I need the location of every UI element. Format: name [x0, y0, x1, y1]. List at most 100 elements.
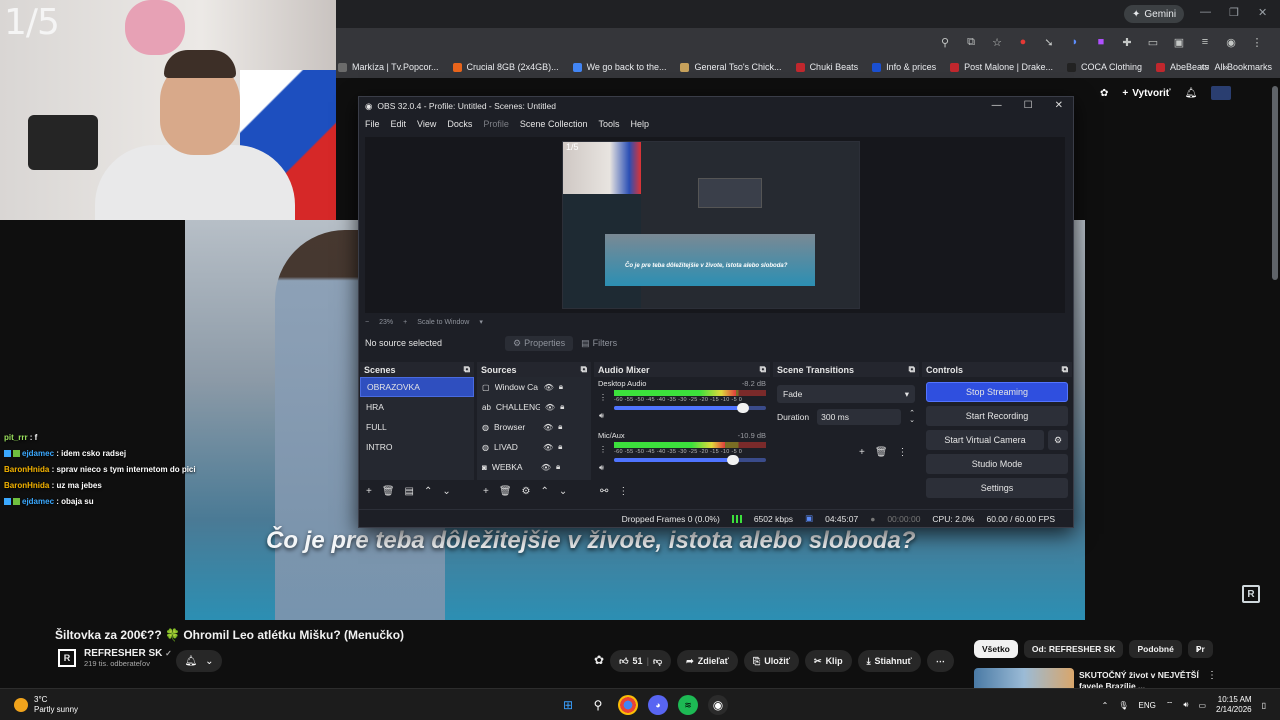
like-button[interactable]: 👍︎ 51 | 👎︎ [610, 650, 672, 672]
settings-button[interactable]: Settings [926, 478, 1068, 498]
weather-widget[interactable]: 3°C Partly sunny [14, 695, 78, 715]
extensions-puzzle-icon[interactable]: ✚ [1120, 35, 1134, 49]
visibility-eye-icon[interactable]: 👁︎ [543, 423, 553, 432]
volume-slider[interactable] [614, 403, 766, 413]
undock-icon[interactable]: ⧉ [760, 364, 766, 375]
star-icon[interactable]: ☆ [990, 35, 1004, 49]
scene-item-intro[interactable]: INTRO [360, 437, 474, 457]
bookmark-item[interactable]: Post Malone | Drake... [950, 62, 1053, 72]
source-item[interactable]: ◍ Browser 👁︎ 🔒︎ [477, 417, 591, 437]
volume-slider[interactable] [614, 455, 766, 465]
undock-icon[interactable]: ⧉ [464, 364, 470, 375]
undock-icon[interactable]: ⧉ [581, 364, 587, 375]
add-scene-icon[interactable]: + [366, 486, 372, 497]
recommended-menu-icon[interactable]: ⋮ [1207, 670, 1217, 681]
duration-stepper-icon[interactable]: ⌃ ⌄ [909, 410, 915, 424]
chrome-icon[interactable] [618, 695, 638, 715]
profile-avatar-icon[interactable]: ◉ [1224, 35, 1238, 49]
obs-menu-scene-collection[interactable]: Scene Collection [520, 119, 588, 129]
visibility-eye-icon[interactable]: 👁︎ [545, 403, 555, 412]
clock[interactable]: 10:15 AM 2/14/2026 [1216, 695, 1252, 715]
gemini-button[interactable]: ✦ Gemini [1124, 5, 1185, 23]
obs-minimize-icon[interactable]: — [992, 100, 1002, 111]
tab-search-icon[interactable]: ▣ [1172, 35, 1186, 49]
extension-purple-icon[interactable]: ■ [1094, 35, 1108, 49]
search-icon[interactable]: ⚲ [588, 695, 608, 715]
visibility-eye-icon[interactable]: 👁︎ [543, 443, 553, 452]
scene-filters-icon[interactable]: ▤ [405, 486, 414, 497]
zoom-mode[interactable]: Scale to Window [417, 319, 469, 326]
move-down-icon[interactable]: ⌄ [442, 486, 450, 497]
bookmark-item[interactable]: COCA Clothing [1067, 62, 1142, 72]
channel-menu-icon[interactable]: ⋮ [599, 445, 607, 454]
install-icon[interactable]: ⧉ [964, 35, 978, 49]
stop-streaming-button[interactable]: Stop Streaming [926, 382, 1068, 402]
remove-source-icon[interactable]: 🗑︎ [499, 486, 512, 497]
add-transition-icon[interactable]: + [859, 447, 865, 458]
channel-info[interactable]: R REFRESHER SK ✓ 219 tis. odberateľov [58, 648, 172, 668]
discord-icon[interactable]: ◕ [648, 695, 668, 715]
speaker-icon[interactable]: 🔊︎ [599, 411, 604, 421]
visibility-eye-icon[interactable]: 👁︎ [541, 463, 551, 472]
virtual-camera-settings-icon[interactable]: ⚙ [1048, 430, 1068, 450]
bookmark-item[interactable]: Info & prices [872, 62, 936, 72]
minimize-icon[interactable]: — [1200, 6, 1211, 18]
lock-icon[interactable]: 🔒︎ [558, 422, 562, 432]
notifications-icon[interactable]: ▯ [1262, 701, 1266, 710]
clip-button[interactable]: ✂ Klip [805, 650, 852, 672]
zoom-dropdown-icon[interactable]: ▾ [479, 318, 483, 326]
mixer-menu-icon[interactable]: ⋮ [618, 486, 628, 497]
scene-item-hra[interactable]: HRA [360, 397, 474, 417]
download-button[interactable]: ⤓ Stiahnuť [857, 650, 921, 672]
mixer-link-icon[interactable]: ⚯ [600, 486, 608, 497]
spotify-icon[interactable]: ≋ [678, 695, 698, 715]
sidebar-icon[interactable]: ▭ [1146, 35, 1160, 49]
move-up-icon[interactable]: ⌃ [541, 486, 549, 497]
lock-icon[interactable]: 🔒︎ [560, 402, 564, 412]
volume-slider-knob[interactable] [726, 455, 739, 465]
zoom-in-icon[interactable]: + [403, 319, 407, 326]
create-button[interactable]: + Vytvoriť [1122, 88, 1170, 99]
filters-button[interactable]: ▤ Filters [573, 336, 625, 351]
bookmark-item[interactable]: We go back to the... [572, 62, 666, 72]
mic-icon[interactable]: 🎙︎ [1118, 701, 1128, 710]
save-button[interactable]: ⎘ Uložiť [744, 650, 800, 672]
tray-overflow-icon[interactable]: ⌃ [1102, 701, 1109, 710]
bookmark-item[interactable]: Crucial 8GB (2x4GB)... [452, 62, 559, 72]
obs-preview[interactable]: 1/5 Čo je pre teba dôležitejšie v živote… [365, 137, 1065, 313]
lock-icon[interactable]: 🔒︎ [558, 442, 562, 452]
obs-menu-docks[interactable]: Docks [447, 119, 472, 129]
channel-name[interactable]: REFRESHER SK [84, 648, 162, 659]
battery-icon[interactable]: ▭ [1198, 701, 1206, 710]
chips-next-icon[interactable]: › [1196, 642, 1200, 656]
filter-chip[interactable]: Podobné [1129, 640, 1182, 658]
subscription-bell-button[interactable]: 🔔︎ ⌄ [176, 650, 222, 672]
thumbs-down-icon[interactable]: 👎︎ [653, 656, 662, 667]
undock-icon[interactable]: ⧉ [1062, 364, 1068, 375]
lock-icon[interactable]: 🔒︎ [556, 462, 560, 472]
channel-avatar[interactable]: R [58, 649, 76, 667]
source-item[interactable]: ▢ Window Ca 👁︎ 🔒︎ [477, 377, 591, 397]
obs-menu-edit[interactable]: Edit [391, 119, 407, 129]
remove-transition-icon[interactable]: 🗑︎ [875, 447, 888, 458]
all-bookmarks-button[interactable]: ▭ All Bookmarks [1201, 61, 1272, 72]
zoom-out-icon[interactable]: − [365, 319, 369, 326]
source-item[interactable]: ab CHALLENGE 👁︎ 🔒︎ [477, 397, 591, 417]
transition-menu-icon[interactable]: ⋮ [898, 447, 908, 458]
obs-menu-view[interactable]: View [417, 119, 436, 129]
account-avatar[interactable] [1211, 86, 1232, 100]
remove-scene-icon[interactable]: 🗑︎ [382, 486, 395, 497]
undock-icon[interactable]: ⧉ [909, 364, 915, 375]
media-icon[interactable]: ≡ [1198, 35, 1212, 49]
language-indicator[interactable]: ENG [1139, 701, 1156, 710]
windows-start-icon[interactable]: ⊞ [558, 695, 578, 715]
volume-icon[interactable]: 🔊︎ [1183, 700, 1188, 710]
menu-kebab-icon[interactable]: ⋮ [1250, 35, 1264, 49]
bookmark-item[interactable]: General Tso's Chick... [680, 62, 782, 72]
obs-menu-tools[interactable]: Tools [598, 119, 619, 129]
studio-icon[interactable]: ✿ [1100, 88, 1108, 99]
obs-menu-file[interactable]: File [365, 119, 380, 129]
scene-item-obrazovka[interactable]: OBRAZOVKA [360, 377, 474, 397]
close-icon[interactable]: ✕ [1258, 6, 1267, 19]
zoom-icon[interactable]: ⚲ [938, 35, 952, 49]
